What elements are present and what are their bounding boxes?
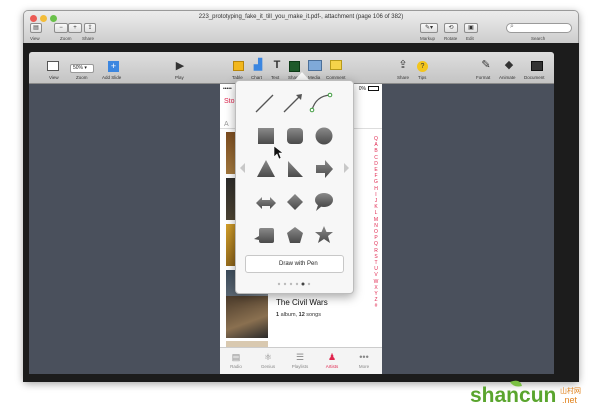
draw-with-pen-button[interactable]: Draw with Pen [245, 255, 344, 273]
pentagon-shape[interactable] [287, 227, 303, 243]
arrow-shape[interactable] [316, 160, 333, 178]
page-indicator[interactable] [277, 282, 311, 286]
shape-library-svg [240, 92, 349, 286]
watermark-net-text: .net [562, 395, 578, 405]
rounded-square-shape[interactable] [287, 128, 303, 144]
right-triangle-shape[interactable] [288, 161, 303, 177]
arrow-line-shape[interactable] [283, 94, 302, 113]
watermark-main-text: shancun [470, 384, 557, 407]
star-shape[interactable] [315, 226, 333, 243]
speech-bubble-shape[interactable] [315, 193, 333, 211]
watermark: shancun 山村网 .net [470, 378, 596, 410]
double-arrow-shape[interactable] [256, 197, 276, 209]
circle-shape[interactable] [315, 127, 333, 145]
mouse-cursor-icon [273, 145, 284, 160]
chevron-right-icon[interactable] [344, 163, 349, 173]
chevron-left-icon[interactable] [240, 163, 245, 173]
square-shape[interactable] [258, 128, 274, 144]
curve-shape[interactable] [309, 92, 333, 113]
triangle-shape[interactable] [257, 160, 275, 177]
diamond-shape[interactable] [287, 194, 303, 210]
line-shape[interactable] [255, 94, 274, 113]
callout-shape[interactable] [254, 228, 274, 243]
